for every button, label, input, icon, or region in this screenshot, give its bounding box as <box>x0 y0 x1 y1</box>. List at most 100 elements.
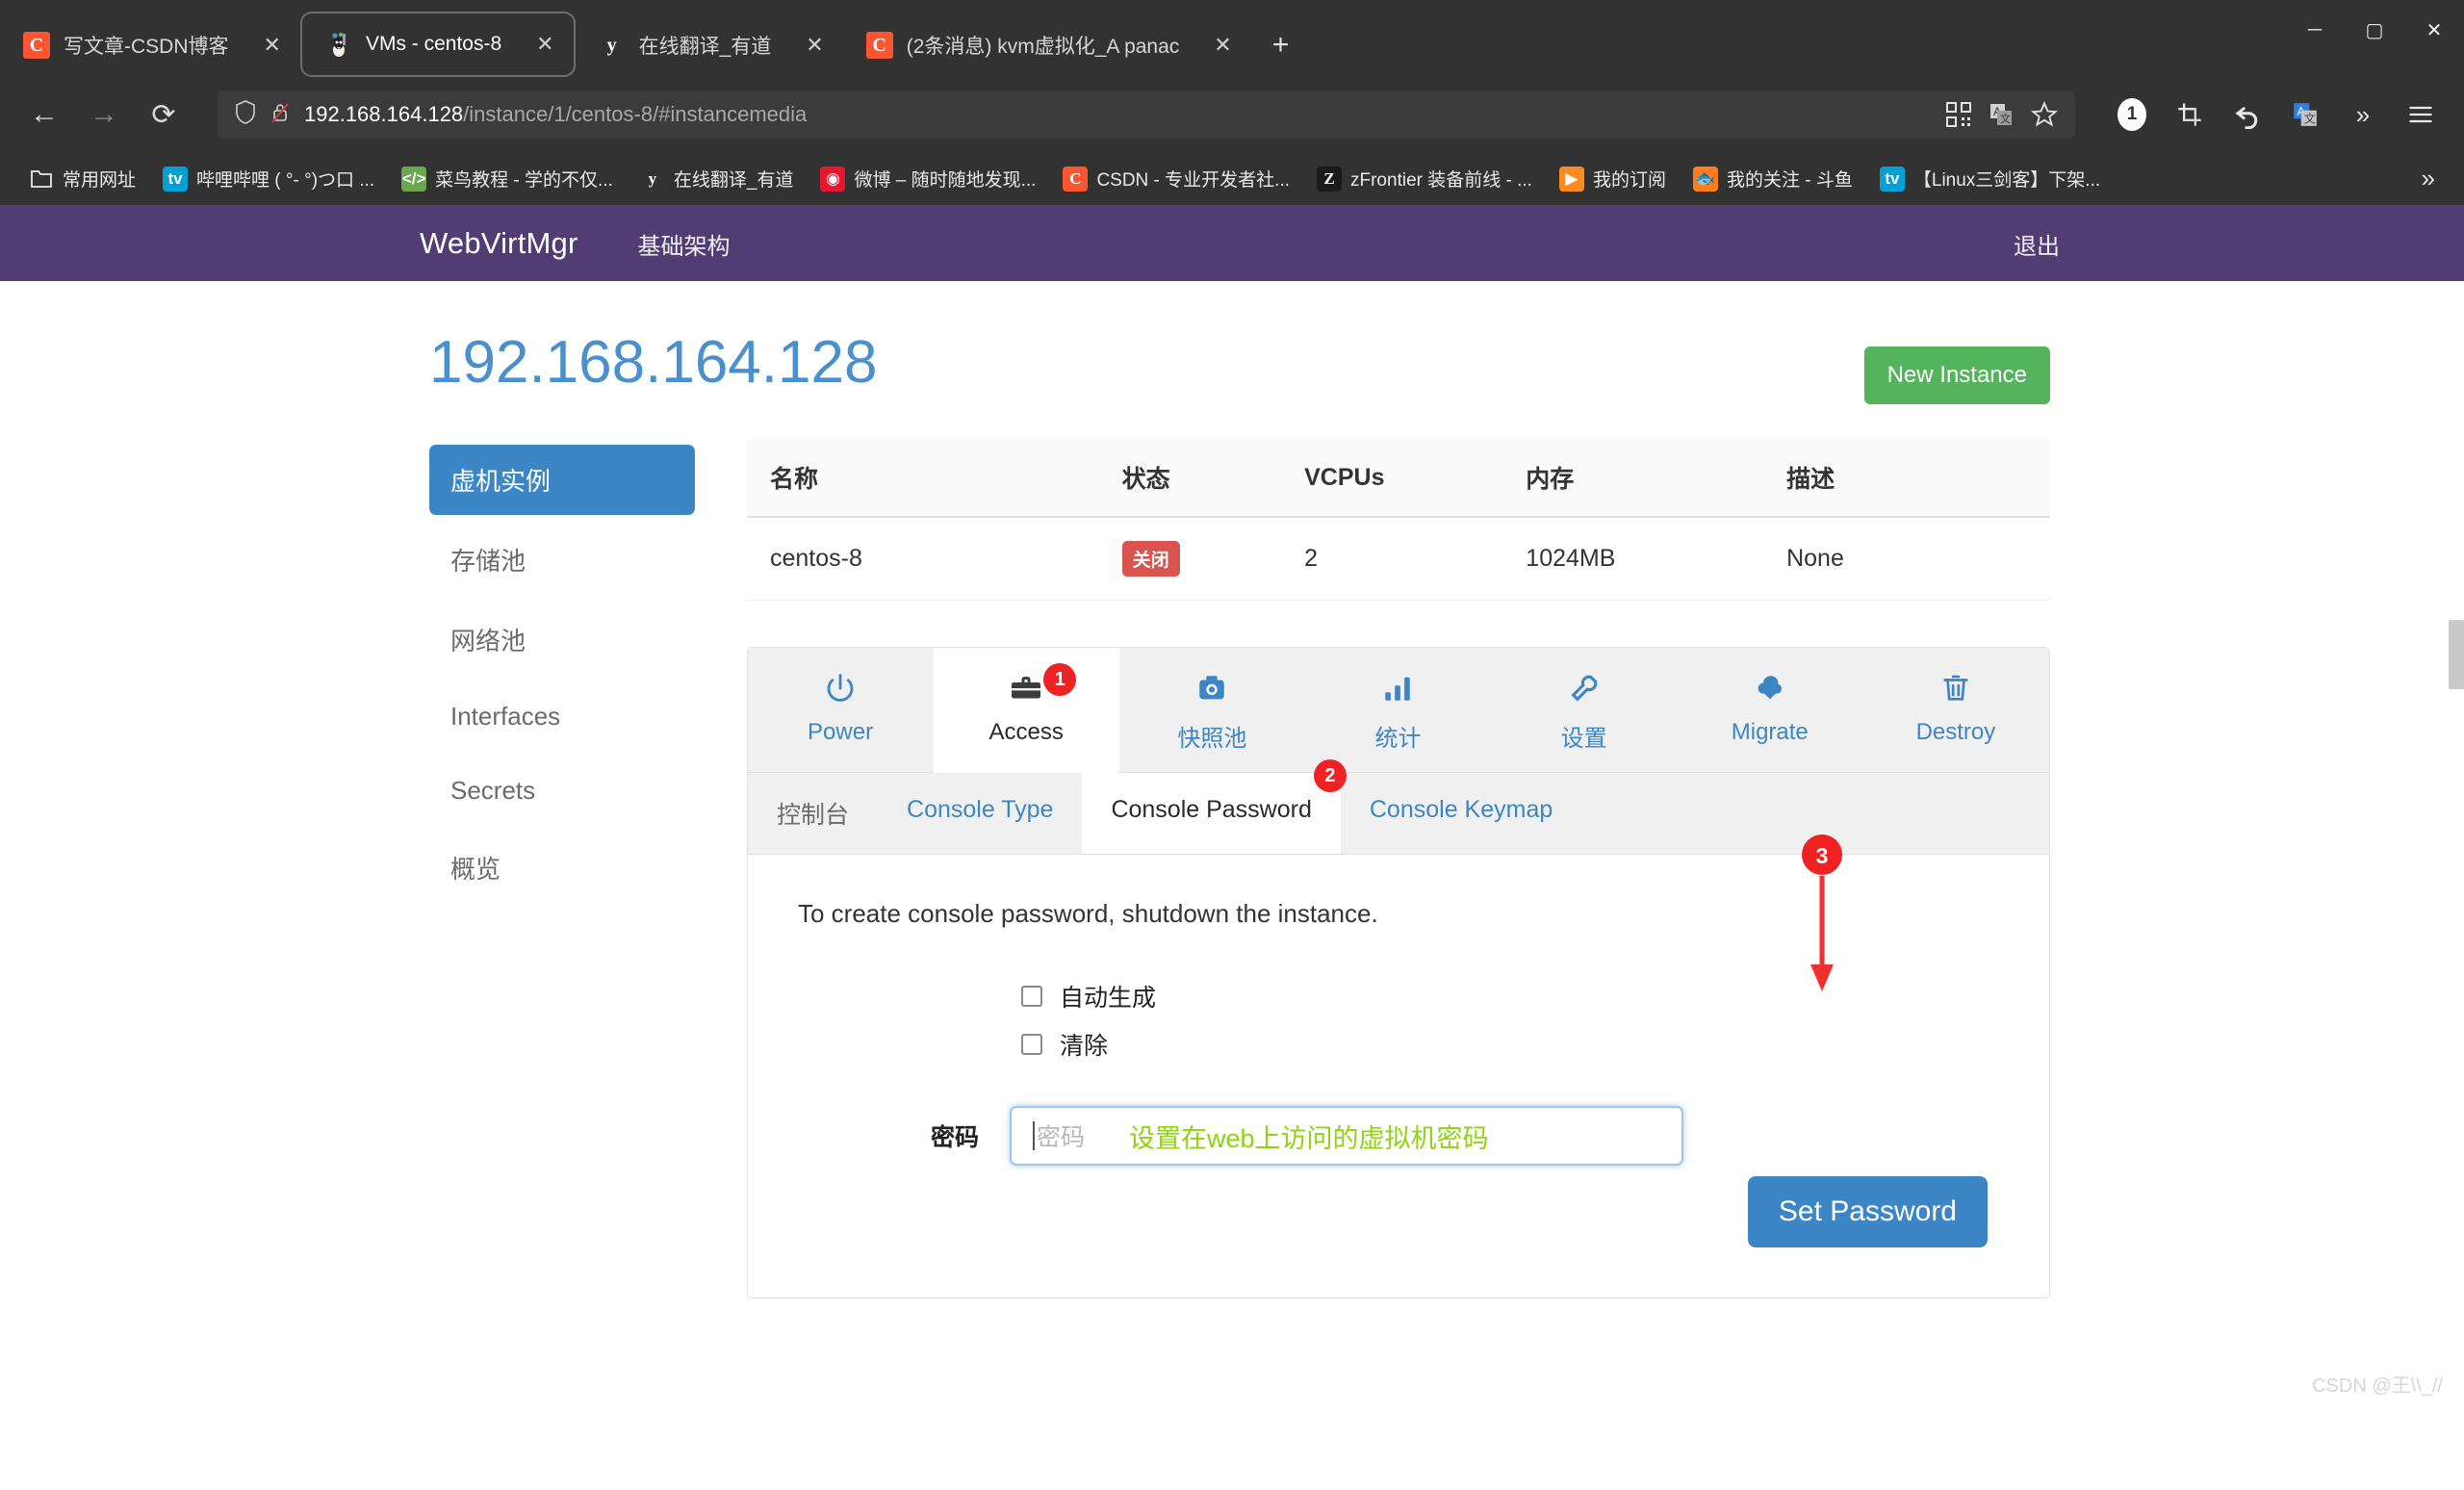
tab-strip: C 写文章-CSDN博客 ✕ VMs - centos-8 ✕ y 在线翻译_有… <box>0 0 2464 77</box>
tab-access[interactable]: Access 1 <box>934 648 1120 773</box>
tab-power[interactable]: Power <box>748 648 934 772</box>
bookmark-item[interactable]: ◉ 微博 – 随时随地发现... <box>807 166 1049 192</box>
reload-icon[interactable]: ⟳ <box>137 88 191 141</box>
forward-icon[interactable]: → <box>77 88 131 141</box>
bookmark-label: 【Linux三剑客】下架... <box>1912 170 2101 191</box>
tab-label: 设置 <box>1560 726 1607 752</box>
subtab-console-type[interactable]: Console Type <box>878 773 1082 854</box>
col-memory: 内存 <box>1502 439 1764 518</box>
bookmark-label: 哔哩哔哩 ( °- °)つ口 ... <box>196 170 375 191</box>
bookmark-item[interactable]: ▶ 我的订阅 <box>1546 166 1680 192</box>
bookmark-item[interactable]: C CSDN - 专业开发者社... <box>1049 166 1303 192</box>
bookmarks-bar: 常用网址 tv 哔哩哔哩 ( °- °)つ口 ... </> 菜鸟教程 - 学的… <box>0 152 2464 206</box>
address-bar-url: 192.168.164.128/instance/1/centos-8/#ins… <box>304 102 807 127</box>
menu-icon[interactable] <box>2395 89 2447 141</box>
sidebar-item-interfaces[interactable]: Interfaces <box>429 684 695 749</box>
qrcode-icon[interactable] <box>1946 102 1971 127</box>
browser-tab-3[interactable]: C (2条消息) kvm虚拟化_A panac ✕ <box>843 13 1251 77</box>
bookmarks-overflow-icon[interactable]: » <box>2422 164 2449 193</box>
tab-close-icon[interactable]: ✕ <box>515 33 553 57</box>
app-brand[interactable]: WebVirtMgr <box>420 226 578 261</box>
table-row[interactable]: centos-8 关闭 2 1024MB None <box>747 517 2050 601</box>
translate-icon[interactable]: A 文 <box>1989 102 2014 127</box>
new-instance-button[interactable]: New Instance <box>1863 347 2050 404</box>
bookmark-label: 微博 – 随时随地发现... <box>854 170 1037 191</box>
bookmark-item[interactable]: 🐟 我的关注 - 斗鱼 <box>1680 166 1866 192</box>
tab-snapshots[interactable]: 快照池 <box>1119 648 1305 772</box>
main-column: 名称 状态 VCPUs 内存 描述 centos-8 关闭 2 1024MB N… <box>747 439 2050 1298</box>
bilibili-icon: tv <box>1879 166 1905 192</box>
maximize-button[interactable]: ▢ <box>2345 0 2404 60</box>
webpage: WebVirtMgr 基础架构 退出 192.168.164.128 New I… <box>0 206 2464 1411</box>
douyu-icon: 🐟 <box>1692 166 1718 192</box>
tab-migrate[interactable]: Migrate <box>1678 648 1863 772</box>
checkbox-row-clear[interactable]: 清除 <box>1021 1027 1999 1062</box>
csdn-icon: C <box>1063 166 1089 192</box>
cell-name[interactable]: centos-8 <box>747 517 1099 601</box>
cell-description: None <box>1763 517 2050 601</box>
browser-window: C 写文章-CSDN博客 ✕ VMs - centos-8 ✕ y 在线翻译_有… <box>0 0 2464 1490</box>
tab-close-icon[interactable]: ✕ <box>784 34 823 58</box>
bookmark-item[interactable]: 常用网址 <box>15 166 149 192</box>
back-icon[interactable]: ← <box>17 88 71 141</box>
collections-badge-icon[interactable]: 1 <box>2106 89 2158 141</box>
bookmark-item[interactable]: Z zFrontier 装备前线 - ... <box>1303 166 1546 192</box>
tab-title: (2条消息) kvm虚拟化_A panac <box>906 36 1180 58</box>
tab-settings[interactable]: 设置 <box>1492 648 1678 772</box>
briefcase-icon <box>939 669 1113 707</box>
sidebar-item-storage[interactable]: 存储池 <box>429 525 695 595</box>
bookmark-item[interactable]: tv 【Linux三剑客】下架... <box>1866 166 2114 192</box>
logout-link[interactable]: 退出 <box>2014 227 2060 261</box>
virt-manager-icon <box>325 31 352 58</box>
watermark: CSDN @王\\_// <box>2312 1375 2443 1397</box>
undo-arrow-icon[interactable] <box>2221 89 2273 141</box>
browser-tab-2[interactable]: y 在线翻译_有道 ✕ <box>576 13 843 77</box>
password-input[interactable]: 密码 设置在web上访问的虚拟机密码 <box>1010 1106 1683 1166</box>
nav-link-infrastructure[interactable]: 基础架构 <box>638 227 731 261</box>
browser-tab-1[interactable]: VMs - centos-8 ✕ <box>299 12 576 77</box>
app-navbar: WebVirtMgr 基础架构 退出 <box>0 206 2464 281</box>
bookmark-item[interactable]: </> 菜鸟教程 - 学的不仅... <box>388 166 627 192</box>
sidebar-item-network[interactable]: 网络池 <box>429 604 695 675</box>
page-header: 192.168.164.128 New Instance <box>0 281 2464 404</box>
set-password-button[interactable]: Set Password <box>1747 1176 1988 1247</box>
power-icon <box>754 669 927 707</box>
youdao-icon: y <box>606 34 617 56</box>
body-row: 虚机实例 存储池 网络池 Interfaces Secrets 概览 名称 状态 <box>0 404 2464 1298</box>
tab-title: 写文章-CSDN博客 <box>64 36 229 58</box>
sidebar-item-secrets[interactable]: Secrets <box>429 758 695 823</box>
new-tab-button[interactable]: + <box>1251 29 1311 77</box>
tab-close-icon[interactable]: ✕ <box>243 34 281 58</box>
tab-stats[interactable]: 统计 <box>1305 648 1491 772</box>
bookmark-label: 常用网址 <box>63 170 137 191</box>
auto-generate-checkbox[interactable] <box>1021 986 1042 1007</box>
translate-icon[interactable]: A 文 <box>2279 89 2331 141</box>
address-bar[interactable]: 192.168.164.128/instance/1/centos-8/#ins… <box>218 90 2075 139</box>
annotation-badge-1: 1 <box>1043 663 1077 696</box>
page-scrollbar-thumb[interactable] <box>2449 620 2464 689</box>
tab-destroy[interactable]: Destroy <box>1863 648 2049 772</box>
col-description: 描述 <box>1763 439 2050 518</box>
bookmark-star-icon[interactable] <box>2031 101 2058 128</box>
tab-close-icon[interactable]: ✕ <box>1193 34 1231 58</box>
minimize-button[interactable]: ─ <box>2285 0 2345 60</box>
close-window-button[interactable]: ✕ <box>2404 0 2464 60</box>
browser-tab-0[interactable]: C 写文章-CSDN博客 ✕ <box>0 13 300 77</box>
subtab-console-password[interactable]: Console Password 2 <box>1082 759 1347 854</box>
extensions-chevron-icon[interactable]: » <box>2337 89 2389 141</box>
subtab-console[interactable]: 控制台 <box>748 773 878 854</box>
cell-vcpus: 2 <box>1281 517 1503 601</box>
sidebar-item-overview[interactable]: 概览 <box>429 833 695 903</box>
sidebar-item-instances[interactable]: 虚机实例 <box>429 445 695 515</box>
svg-text:文: 文 <box>2304 113 2316 126</box>
checkbox-row-auto[interactable]: 自动生成 <box>1021 979 1999 1014</box>
screenshot-crop-icon[interactable] <box>2164 89 2216 141</box>
clear-checkbox[interactable] <box>1021 1034 1042 1055</box>
subtab-console-keymap[interactable]: Console Keymap <box>1341 773 1581 854</box>
bookmark-label: 菜鸟教程 - 学的不仅... <box>435 170 613 191</box>
bookmark-item[interactable]: y 在线翻译_有道 <box>627 166 808 192</box>
bookmark-item[interactable]: tv 哔哩哔哩 ( °- °)つ口 ... <box>149 166 388 192</box>
subtab-label: Console Password <box>1111 796 1312 823</box>
cloud-download-icon <box>1683 669 1857 707</box>
trash-icon <box>1869 669 2042 707</box>
